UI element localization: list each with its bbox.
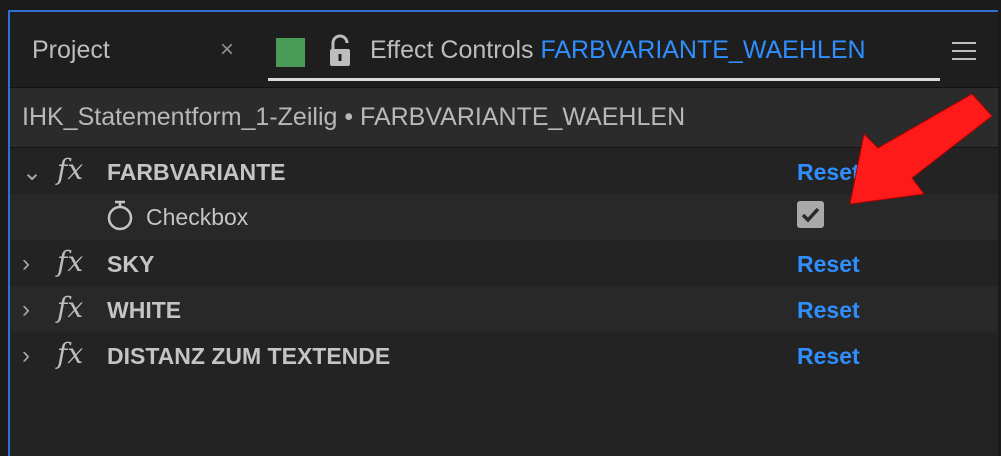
effect-name: SKY	[107, 251, 155, 277]
tab-project[interactable]: Project	[32, 36, 110, 65]
fx-icon[interactable]: fx	[57, 337, 83, 370]
effect-name: WHITE	[107, 297, 182, 323]
label-color-swatch[interactable]	[276, 38, 305, 67]
effect-name: DISTANZ ZUM TEXTENDE	[107, 343, 391, 369]
chevron-right-icon[interactable]: ›	[22, 250, 30, 278]
lock-icon[interactable]	[328, 34, 352, 68]
tab-effect-controls[interactable]: Effect Controls FARBVARIANTE_WAEHLEN	[370, 36, 866, 65]
panel-menu-icon[interactable]	[952, 42, 976, 62]
reset-button[interactable]: Reset	[797, 343, 860, 370]
fx-icon[interactable]: fx	[57, 291, 83, 324]
fx-icon[interactable]: fx	[57, 245, 83, 278]
red-annotation-arrow	[849, 93, 993, 205]
chevron-down-icon[interactable]: ⌄	[22, 158, 42, 187]
effect-controls-panel: Project × Effect Controls FARBVARIANTE_W…	[8, 10, 998, 456]
tab-effect-controls-comp: FARBVARIANTE_WAEHLEN	[540, 36, 866, 64]
active-tab-indicator	[268, 78, 940, 81]
tab-bar: Project × Effect Controls FARBVARIANTE_W…	[10, 12, 998, 88]
param-name: Checkbox	[146, 204, 249, 230]
reset-button[interactable]: Reset	[797, 297, 860, 324]
tab-effect-controls-label: Effect Controls	[370, 36, 534, 64]
reset-button[interactable]: Reset	[797, 251, 860, 278]
chevron-right-icon[interactable]: ›	[22, 342, 30, 370]
breadcrumb-text: IHK_Statementform_1-Zeilig • FARBVARIANT…	[22, 103, 686, 131]
effect-name: FARBVARIANTE	[107, 159, 286, 185]
fx-icon[interactable]: fx	[57, 153, 83, 186]
effect-row-white[interactable]: › fx WHITE Reset	[10, 286, 998, 332]
stopwatch-icon[interactable]	[105, 200, 135, 232]
effect-row-distanz-zum-textende[interactable]: › fx DISTANZ ZUM TEXTENDE Reset	[10, 332, 998, 378]
chevron-right-icon[interactable]: ›	[22, 296, 30, 324]
effect-row-sky[interactable]: › fx SKY Reset	[10, 240, 998, 286]
close-tab-icon[interactable]: ×	[220, 36, 234, 64]
